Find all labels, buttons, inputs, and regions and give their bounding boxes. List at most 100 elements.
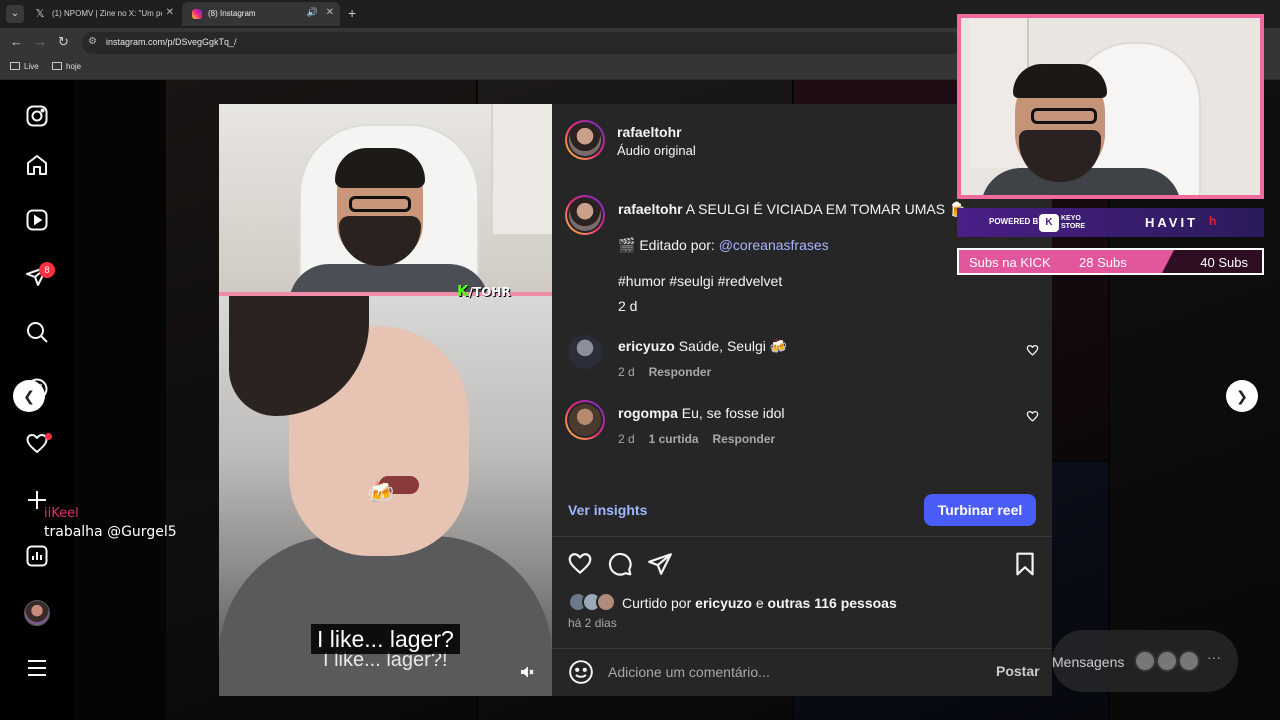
url-text: instagram.com/p/DSvegGgkTq_/: [106, 37, 237, 47]
comment-input[interactable]: [608, 661, 978, 683]
comment-username[interactable]: ericyuzo: [618, 338, 675, 354]
menu-icon[interactable]: [25, 656, 49, 680]
liked-by-text: Curtido por ericyuzo e outras 116 pessoa…: [622, 595, 897, 611]
editor-mention-link[interactable]: @coreanasfrases: [719, 237, 829, 253]
chat-username: iiKeel: [44, 506, 79, 521]
author-avatar[interactable]: [565, 120, 605, 160]
comment-time: 2 d: [618, 432, 635, 446]
reload-icon[interactable]: ↻: [58, 34, 69, 50]
caption-text: rafaeltohr A SEULGI É VICIADA EM TOMAR U…: [618, 200, 966, 218]
forward-arrow-icon[interactable]: →: [34, 34, 47, 50]
comment-avatar[interactable]: [568, 335, 602, 369]
boost-reel-button[interactable]: Turbinar reel: [924, 494, 1036, 526]
caption-username[interactable]: rafaeltohr: [618, 201, 683, 217]
streamer-hair: [335, 148, 425, 188]
comment-likes-count[interactable]: 1 curtida: [649, 432, 699, 446]
liked-and: e: [755, 595, 764, 611]
comment-like-heart-icon[interactable]: [1026, 344, 1039, 357]
speaker-icon[interactable]: 🔊: [307, 7, 318, 18]
bookmark-label: Live: [24, 62, 39, 71]
reply-button[interactable]: Responder: [649, 365, 712, 379]
liker-avatar: [596, 592, 616, 612]
reply-button[interactable]: Responder: [712, 432, 775, 446]
kick-watermark: K/TOHR: [457, 282, 511, 300]
reel-video[interactable]: 🍻 I like... lager?! I like... lager? K/T…: [219, 104, 552, 696]
profile-avatar[interactable]: [24, 600, 50, 626]
havit-logo-icon: h: [1209, 214, 1217, 228]
tab-instagram[interactable]: (8) Instagram 🔊 ✕: [182, 2, 340, 26]
edited-label: 🎬 Editado por:: [618, 237, 715, 253]
subs-goal: 40 Subs: [1200, 255, 1248, 270]
keyo-brand: KEYO STORE: [1061, 215, 1085, 230]
caption-edited: 🎬 Editado por: @coreanasfrases: [618, 236, 829, 254]
subs-label: Subs na KICK: [969, 255, 1051, 270]
keyo-logo-icon: K: [1039, 214, 1059, 232]
webcam-hair: [1013, 64, 1107, 98]
share-send-icon[interactable]: [647, 551, 673, 577]
dashboard-icon[interactable]: [25, 544, 49, 568]
caption-avatar[interactable]: [565, 195, 605, 235]
site-info-icon[interactable]: ⚙: [88, 36, 97, 47]
message-avatar: [1178, 650, 1200, 672]
chevron-left-icon: ❮: [23, 388, 35, 404]
webcam-glasses: [1031, 108, 1097, 124]
address-bar[interactable]: ⚙ instagram.com/p/DSvegGgkTq_/: [82, 32, 962, 54]
beer-emoji: 🍻: [367, 480, 395, 505]
liked-others[interactable]: outras 116 pessoas: [768, 595, 897, 611]
reels-icon[interactable]: [25, 208, 49, 232]
tab-close-icon[interactable]: ✕: [326, 7, 334, 18]
notification-dot: [45, 433, 52, 440]
tab-search-button[interactable]: ⌄: [6, 5, 24, 23]
likers-avatars[interactable]: [568, 592, 624, 612]
comment-avatar[interactable]: [565, 400, 605, 440]
comment-meta: 2 d Responder: [618, 362, 711, 381]
comment-bubble-icon[interactable]: [607, 551, 633, 577]
caption-hashtags[interactable]: #humor #seulgi #redvelvet: [618, 272, 782, 290]
messages-label: Mensagens: [1052, 654, 1125, 670]
video-subtitle: I like... lager?: [311, 624, 460, 654]
mute-icon[interactable]: [520, 665, 534, 679]
audio-label[interactable]: Áudio original: [617, 143, 696, 158]
idol-clip-frame: 🍻 I like... lager?! I like... lager?: [219, 296, 552, 696]
emoji-smiley-icon[interactable]: [568, 659, 594, 685]
view-insights-link[interactable]: Ver insights: [568, 502, 647, 518]
tab-npomv[interactable]: 𝕏 (1) NPOMV | Zine no X: "Um po ✕: [26, 2, 180, 26]
next-post-button[interactable]: ❯: [1226, 380, 1258, 412]
comment-row: ericyuzo Saúde, Seulgi 🍻: [618, 337, 787, 355]
messages-badge: 8: [39, 262, 55, 278]
message-avatar: [1134, 650, 1156, 672]
liked-user[interactable]: ericyuzo: [695, 595, 752, 611]
new-tab-button[interactable]: +: [348, 5, 356, 21]
bookmark-hoje[interactable]: hoje: [52, 62, 81, 71]
comment-meta: 2 d 1 curtida Responder: [618, 429, 775, 448]
bookmark-save-icon[interactable]: [1012, 551, 1038, 577]
tab-title: (1) NPOMV | Zine no X: "Um po: [52, 9, 162, 18]
back-arrow-icon[interactable]: ←: [10, 34, 23, 50]
havit-brand: HAVIT: [1145, 215, 1199, 230]
post-date: há 2 dias: [568, 616, 617, 630]
search-icon[interactable]: [25, 320, 49, 344]
comment-username[interactable]: rogompa: [618, 405, 678, 421]
comment-time: 2 d: [618, 365, 635, 379]
kick-logo-mark: K: [457, 282, 469, 300]
post-comment-button[interactable]: Postar: [996, 663, 1040, 679]
previous-post-button[interactable]: ❮: [13, 380, 45, 412]
comment-text: Eu, se fosse idol: [681, 405, 785, 421]
author-username[interactable]: rafaeltohr: [617, 124, 682, 140]
subs-goal-bar: Subs na KICK 28 Subs 40 Subs: [957, 248, 1264, 275]
messages-pill[interactable]: Mensagens ···: [1052, 630, 1238, 692]
chat-text: trabalha @Gurgel5: [44, 524, 177, 540]
like-heart-icon[interactable]: [567, 551, 593, 577]
stream-chat-message: iiKeel trabalha @Gurgel5: [44, 505, 177, 542]
comment-row: rogompa Eu, se fosse idol: [618, 404, 785, 422]
instagram-icon[interactable]: [25, 104, 49, 128]
comment-like-heart-icon[interactable]: [1026, 410, 1039, 423]
bookmark-live[interactable]: Live: [10, 62, 39, 71]
liked-prefix: Curtido por: [622, 595, 692, 611]
home-icon[interactable]: [25, 153, 49, 177]
kick-handle: /TOHR: [468, 285, 511, 299]
instagram-favicon-icon: [192, 9, 202, 19]
section-divider: [552, 536, 1052, 537]
tab-close-icon[interactable]: ✕: [166, 7, 174, 18]
streamer-cam-frame: [219, 104, 552, 304]
